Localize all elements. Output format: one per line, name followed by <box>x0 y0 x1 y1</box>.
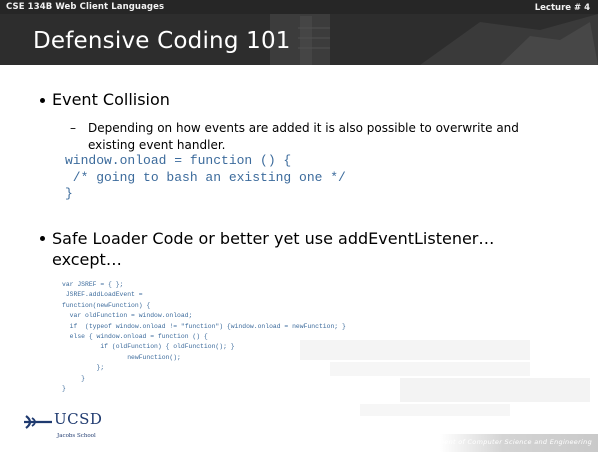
trident-icon <box>24 415 52 429</box>
sub-bullet-dash: – <box>70 121 76 135</box>
bullet-event-collision: Event Collision <box>52 90 170 109</box>
bullet-marker <box>40 98 45 103</box>
bullet-safe-loader: Safe Loader Code or better yet use addEv… <box>52 229 495 269</box>
code-block-safe-loader: var JSREF = { }; JSREF.addLoadEvent = fu… <box>62 281 346 393</box>
code-block-onload: window.onload = function () { /* going t… <box>65 153 346 201</box>
logo-subtitle: Jacobs School <box>57 433 96 439</box>
slide-body: Event Collision – Depending on how event… <box>0 0 598 452</box>
slide: CSE 134B Web Client Languages Lecture # … <box>0 0 598 452</box>
ucsd-logo: UCSD Jacobs School <box>22 410 102 446</box>
footer-department: Department of Computer Science and Engin… <box>413 438 592 446</box>
logo-wordmark: UCSD <box>54 410 103 428</box>
bullet-marker <box>40 236 45 241</box>
sub-bullet-text: Depending on how events are added it is … <box>88 121 519 152</box>
